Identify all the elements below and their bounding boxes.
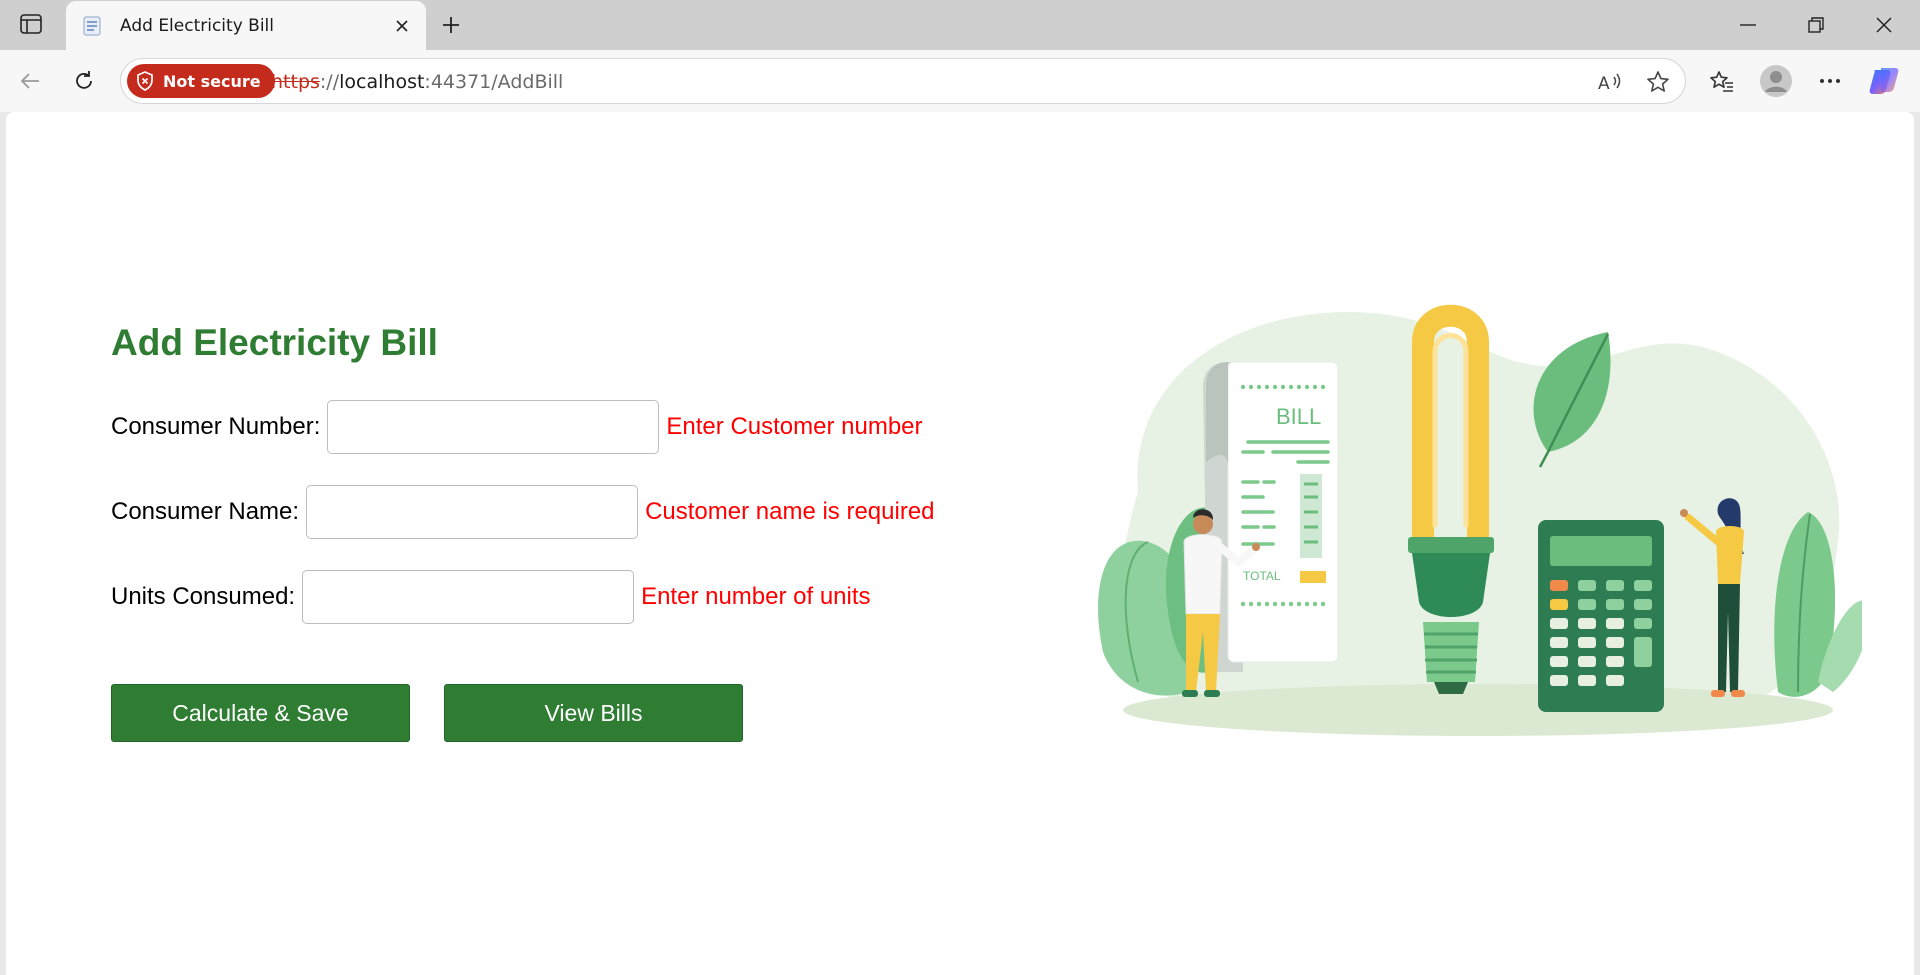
favorite-star-icon[interactable] — [1643, 67, 1673, 97]
url-separator: :// — [319, 71, 340, 93]
sidebar-toggle-icon[interactable] — [14, 9, 48, 39]
tab-title: Add Electricity Bill — [120, 16, 274, 36]
more-options-icon[interactable] — [1810, 61, 1850, 101]
url-host: localhost — [339, 71, 425, 93]
close-window-icon[interactable] — [1860, 6, 1908, 44]
consumer-number-row: Consumer Number: Enter Customer number — [111, 400, 923, 454]
units-consumed-label: Units Consumed: — [111, 583, 296, 610]
close-tab-icon[interactable] — [386, 10, 418, 42]
electricity-bill-illustration: BILL TOTAL — [1098, 304, 1862, 736]
consumer-number-error: Enter Customer number — [666, 413, 923, 440]
url-text[interactable]: https://localhost:44371/AddBill — [271, 71, 563, 93]
not-secure-badge[interactable]: Not secure — [127, 64, 275, 98]
receipt-title: BILL — [1276, 404, 1321, 429]
consumer-number-label: Consumer Number: — [111, 413, 321, 440]
security-label: Not secure — [163, 71, 261, 91]
consumer-name-error: Customer name is required — [645, 498, 935, 525]
address-bar[interactable]: Not secure https://localhost:44371/AddBi… — [120, 58, 1686, 104]
favorites-icon[interactable] — [1702, 61, 1742, 101]
receipt-total-label: TOTAL — [1243, 569, 1281, 583]
calculate-save-button[interactable]: Calculate & Save — [111, 684, 410, 742]
read-aloud-icon[interactable]: A — [1595, 67, 1625, 97]
back-arrow-icon[interactable] — [10, 61, 50, 101]
units-consumed-row: Units Consumed: Enter number of units — [111, 570, 871, 624]
calculator — [1538, 520, 1664, 712]
browser-toolbar: Not secure https://localhost:44371/AddBi… — [0, 50, 1920, 112]
ground-shadow — [1123, 684, 1833, 736]
minimize-icon[interactable] — [1724, 6, 1772, 44]
view-bills-button[interactable]: View Bills — [444, 684, 743, 742]
copilot-icon[interactable] — [1864, 61, 1904, 101]
profile-avatar-icon[interactable] — [1756, 61, 1796, 101]
restore-icon[interactable] — [1792, 6, 1840, 44]
new-tab-icon[interactable] — [434, 8, 468, 42]
page-viewport: Add Electricity Bill Consumer Number: En… — [6, 112, 1914, 975]
consumer-name-label: Consumer Name: — [111, 498, 300, 525]
consumer-number-input[interactable] — [327, 400, 660, 454]
receipt: BILL TOTAL — [1203, 361, 1339, 672]
consumer-name-row: Consumer Name: Customer name is required — [111, 485, 935, 539]
page-title: Add Electricity Bill — [111, 322, 438, 363]
consumer-name-input[interactable] — [306, 485, 639, 539]
units-consumed-error: Enter number of units — [641, 583, 871, 610]
url-scheme: https — [271, 71, 320, 93]
tab-strip: Add Electricity Bill — [0, 0, 1920, 51]
url-path: :44371/AddBill — [424, 71, 564, 93]
shield-warning-icon — [135, 71, 155, 91]
svg-text:A: A — [1598, 74, 1610, 93]
units-consumed-input[interactable] — [302, 570, 635, 624]
document-favicon-icon — [80, 14, 104, 38]
reload-icon[interactable] — [64, 61, 104, 101]
browser-tab-active[interactable]: Add Electricity Bill — [66, 1, 426, 51]
